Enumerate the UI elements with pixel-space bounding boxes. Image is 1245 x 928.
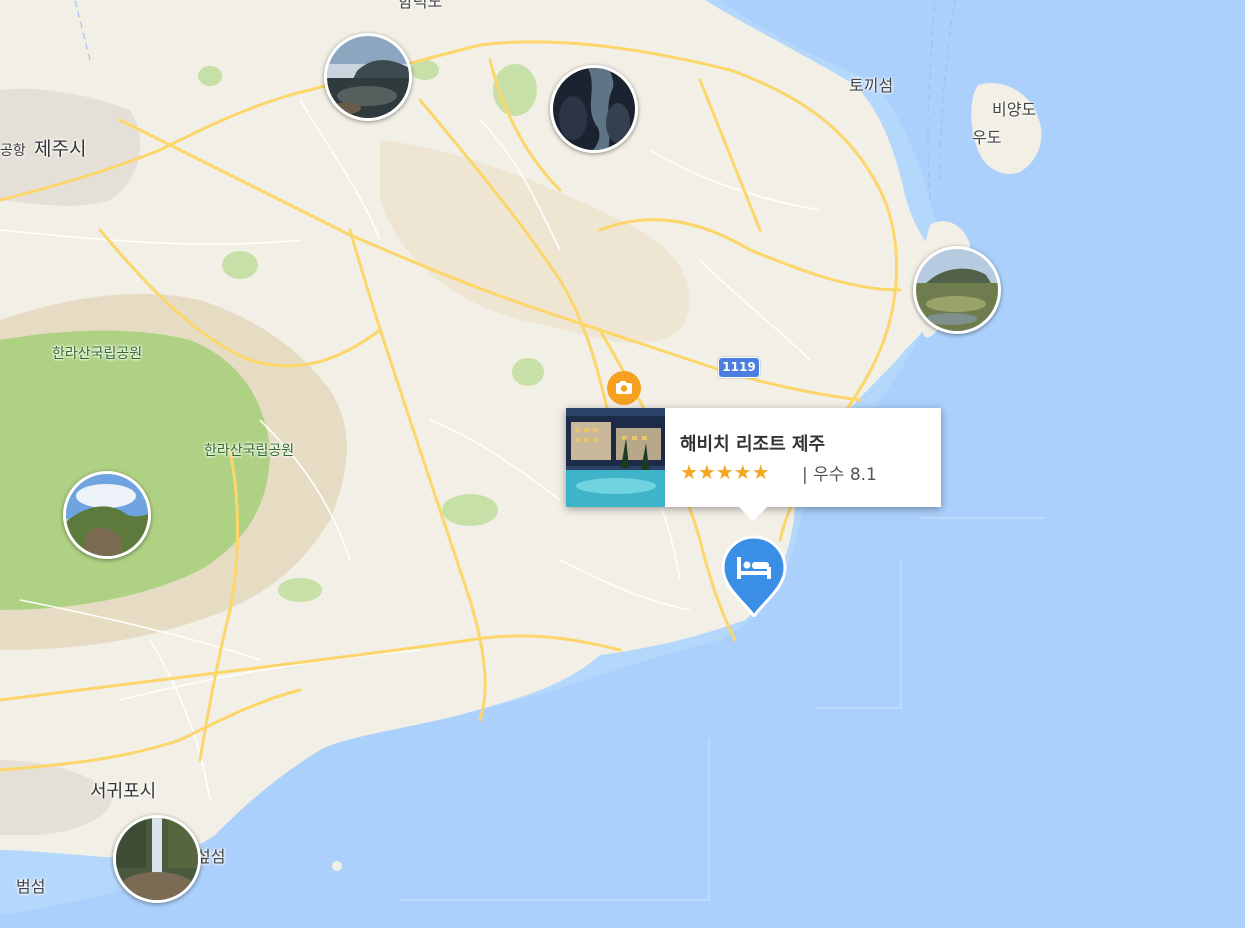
- photo-marker-seongsan[interactable]: [913, 246, 1001, 334]
- seongsan-photo-thumbnail: [916, 249, 998, 331]
- label-airport: 공항: [0, 143, 26, 159]
- hallasan-photo-thumbnail: [66, 474, 148, 556]
- star-rating: ★★★★★: [680, 460, 770, 484]
- hotel-name: 해비치 리조트 제주: [680, 434, 826, 455]
- coast-photo-thumbnail: [327, 36, 409, 118]
- label-jeju-city: 제주시: [34, 138, 87, 160]
- camera-marker[interactable]: [607, 371, 641, 405]
- label-seogwipo: 서귀포시: [90, 781, 157, 802]
- camera-icon: [616, 381, 632, 394]
- guest-rating: | 우수 8.1: [802, 465, 877, 485]
- hotel-info-card[interactable]: 해비치 리조트 제주 ★★★★★ | 우수 8.1: [566, 408, 941, 521]
- label-udo: 우도: [972, 128, 1002, 147]
- route-badge-1119: 1119: [718, 357, 760, 378]
- label-biyangdo: 비양도: [992, 100, 1037, 119]
- photo-marker-waterfall[interactable]: [113, 815, 201, 903]
- label-hallasan-park-2: 한라산국립공원: [204, 443, 295, 459]
- label-hallasan-park-1: 한라산국립공원: [52, 346, 143, 362]
- photo-marker-hallasan[interactable]: [63, 471, 151, 559]
- cave-photo-thumbnail: [553, 68, 635, 150]
- hotel-location-pin[interactable]: [721, 535, 787, 619]
- photo-marker-coast-sunset[interactable]: [324, 33, 412, 121]
- label-tokkiseom: 토끼섬: [849, 76, 894, 95]
- label-beomseom: 범섬: [16, 877, 46, 896]
- hotel-photo-thumbnail: [566, 408, 665, 507]
- label-top-fragment: 함덕도: [398, 0, 443, 11]
- waterfall-photo-thumbnail: [116, 818, 198, 900]
- photo-marker-lava-cave[interactable]: [550, 65, 638, 153]
- bed-icon: [721, 535, 787, 619]
